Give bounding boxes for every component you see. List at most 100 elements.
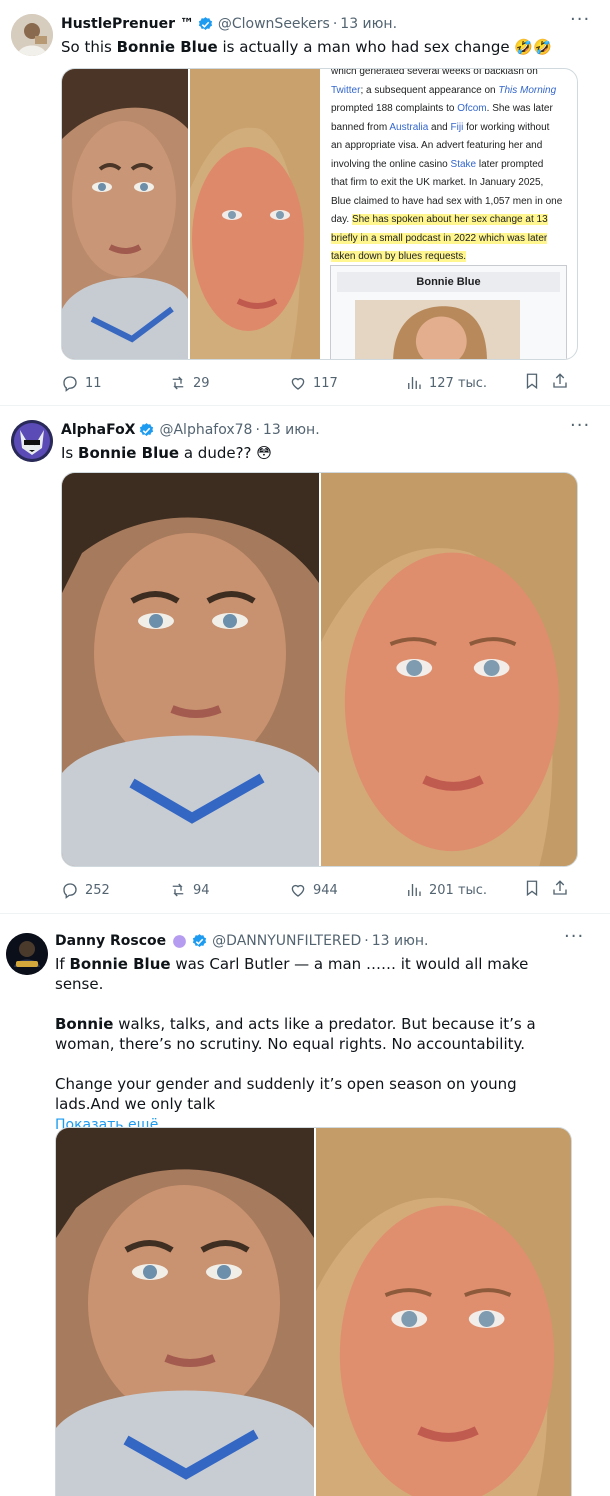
verified-badge-icon [198, 16, 212, 30]
display-name[interactable]: HustlePrenuer ™ [61, 16, 194, 32]
share-button[interactable] [551, 372, 571, 394]
views-count: 127 тыс. [429, 375, 488, 391]
wiki-line: which generated several weeks of backlas… [331, 68, 571, 82]
timestamp[interactable]: 13 июн. [372, 933, 429, 949]
repost-button[interactable]: 94 [169, 881, 289, 899]
photo-woman [316, 1128, 571, 1496]
wiki-text: Blue claimed to have had sex with 1,057 … [331, 195, 563, 207]
text-part: walks, talks, and acts like a predator. … [55, 1015, 536, 1053]
handle[interactable]: @DANNYUNFILTERED [212, 933, 361, 949]
more-icon[interactable]: ··· [570, 11, 590, 31]
wiki-text: ; a subsequent appearance on [360, 84, 499, 96]
tweet-text: Is Bonnie Blue a dude?? 😳 [61, 443, 590, 463]
wiki-line: banned from Australia and Fiji for worki… [331, 119, 571, 138]
wiki-line: involving the online casino Stake later … [331, 156, 571, 175]
avatar[interactable] [11, 420, 53, 462]
wiki-text: . She was later [486, 103, 553, 114]
tweet-media[interactable] [55, 1127, 572, 1496]
more-icon[interactable]: ··· [570, 417, 590, 437]
tweet-media[interactable] [61, 472, 578, 867]
repost-icon [172, 376, 184, 390]
reply-icon [63, 883, 77, 899]
photo-woman [321, 473, 577, 866]
verified-badge-icon [140, 422, 154, 436]
wiki-infobox: Bonnie Blue [330, 265, 567, 359]
views-icon [408, 377, 421, 389]
tweet-2[interactable]: AlphaFoⅩ @Alphafox78 · 13 июн. ··· Is Bo… [0, 406, 610, 914]
photo-man [56, 1128, 314, 1496]
reply-button[interactable]: 252 [61, 881, 169, 899]
share-icon [553, 373, 567, 388]
tweet-media[interactable]: which generated several weeks of backlas… [61, 68, 578, 360]
wiki-line: Twitter; a subsequent appearance on This… [331, 82, 571, 101]
text-part: If [55, 955, 70, 973]
wiki-text: later prompted [476, 158, 544, 170]
fox-avatar-image [11, 420, 53, 462]
photo-woman [190, 69, 320, 359]
like-button[interactable]: 944 [289, 881, 405, 899]
paragraph-2: Bonnie walks, talks, and acts like a pre… [55, 1014, 576, 1054]
tweet-header: AlphaFoⅩ @Alphafox78 · 13 июн. [61, 420, 596, 440]
avatar[interactable] [11, 14, 53, 56]
timestamp[interactable]: 13 июн. [340, 16, 397, 32]
purple-circle-icon [173, 934, 187, 948]
wiki-text: day. [331, 214, 352, 225]
like-icon [291, 377, 305, 390]
like-icon [291, 884, 305, 897]
wiki-text: prompted 188 complaints to [331, 103, 458, 114]
bookmark-button[interactable] [523, 372, 551, 394]
views-button[interactable]: 201 тыс. [405, 881, 523, 899]
text-part: So this [61, 38, 117, 56]
handle[interactable]: @ClownSeekers [218, 16, 330, 32]
wiki-highlight: taken down by blues requests. [331, 251, 467, 262]
repost-icon [172, 883, 184, 897]
handle[interactable]: @Alphafox78 [159, 422, 252, 438]
tweet-3[interactable]: Danny Roscoe @DANNYUNFILTERED · 13 июн. … [0, 914, 610, 1496]
text-part: Is [61, 444, 79, 462]
text-bold: Bonnie Blue [116, 38, 218, 56]
wiki-line: taken down by blues requests. [331, 248, 571, 267]
wiki-line: Blue claimed to have had sex with 1,057 … [331, 193, 571, 212]
photo-man [62, 473, 319, 866]
views-button[interactable]: 127 тыс. [405, 374, 523, 392]
wiki-line: that firm to exit the UK market. In Janu… [331, 174, 571, 193]
repost-button[interactable]: 29 [169, 374, 289, 392]
wiki-text: that firm to exit the UK market. In Janu… [331, 177, 544, 188]
danny-avatar-image [6, 933, 48, 975]
wiki-link: This Morning [498, 84, 557, 96]
wiki-line: an appropriate visa. An advert featuring… [331, 137, 571, 156]
separator-dot: · [364, 933, 369, 949]
repost-count: 94 [193, 882, 210, 898]
display-name[interactable]: AlphaFoⅩ [61, 422, 135, 438]
text-bold: Bonnie Blue [69, 955, 171, 973]
timestamp[interactable]: 13 июн. [263, 422, 320, 438]
tweet-1[interactable]: HustlePrenuer ™ @ClownSeekers · 13 июн. … [0, 0, 610, 406]
reply-button[interactable]: 11 [61, 374, 169, 392]
avatar[interactable] [6, 933, 48, 975]
text-bold: Bonnie Blue [78, 444, 180, 462]
wiki-text: an appropriate visa. An advert featuring… [331, 140, 543, 151]
wiki-text: banned from [331, 121, 390, 133]
wiki-text: which generated several weeks of backlas… [331, 68, 538, 77]
more-icon[interactable]: ··· [564, 928, 584, 948]
infobox-photo [355, 300, 520, 359]
infobox-title: Bonnie Blue [337, 272, 560, 292]
wiki-line: day. She has spoken about her sex change… [331, 211, 571, 230]
wiki-link: Twitter [331, 84, 361, 96]
paragraph-3: Change your gender and suddenly it’s ope… [55, 1074, 576, 1114]
text-bold: Bonnie [55, 1015, 114, 1033]
share-button[interactable] [551, 879, 571, 901]
bookmark-button[interactable] [523, 879, 551, 901]
avatar-image [11, 14, 53, 56]
wiki-link: Australia [389, 121, 429, 133]
share-icon [553, 880, 567, 895]
tweet-actions: 252 94 944 201 тыс. [61, 880, 586, 900]
like-count: 117 [313, 375, 338, 391]
tweet-header: HustlePrenuer ™ @ClownSeekers · 13 июн. [61, 14, 596, 34]
tweet-actions: 11 29 117 127 тыс. [61, 373, 586, 393]
display-name[interactable]: Danny Roscoe [55, 933, 166, 949]
views-icon [408, 884, 421, 896]
wiki-line: prompted 188 complaints to Ofcom. She wa… [331, 100, 571, 119]
repost-count: 29 [193, 375, 210, 391]
like-button[interactable]: 117 [289, 374, 405, 392]
